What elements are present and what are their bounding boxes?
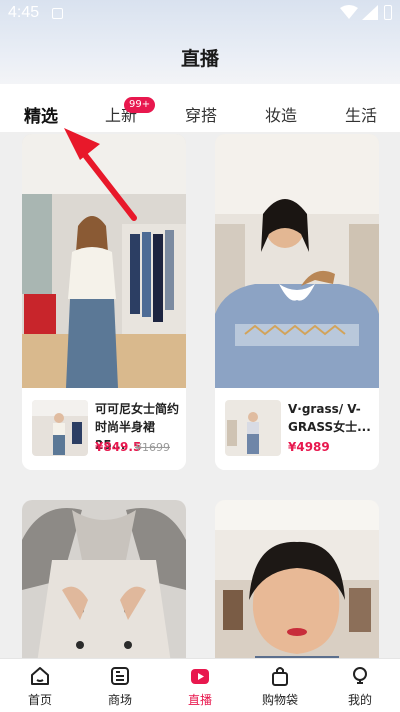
battery-icon (384, 5, 392, 20)
tab-makeup[interactable]: 妆造 (265, 102, 297, 126)
product-info[interactable]: 可可尼女士简约时尚半身裙25... ¥849.5 ¥1699 (22, 388, 186, 470)
status-time: 4:45 (8, 4, 40, 21)
nav-label: 我的 (347, 693, 372, 707)
page-title: 直播 (180, 48, 219, 70)
nav-label: 商场 (107, 693, 132, 707)
live-card[interactable]: V·grass/ V-GRASS女士... ¥4989 (215, 134, 379, 470)
original-price: ¥1699 (135, 441, 170, 454)
nav-live[interactable]: 直播 (160, 659, 240, 712)
signal-icon (362, 5, 378, 20)
new-count-badge: 99+ (124, 97, 156, 113)
notification-icon (52, 8, 63, 19)
nav-label: 首页 (27, 693, 52, 707)
product-price: ¥4989 (288, 440, 330, 454)
product-thumbnail[interactable] (32, 400, 88, 456)
live-video-thumbnail[interactable] (215, 134, 379, 388)
tab-featured[interactable]: 精选 (24, 102, 58, 127)
live-card[interactable] (22, 500, 186, 658)
header: 4:45 直播 (0, 0, 400, 84)
tab-lifestyle[interactable]: 生活 (345, 102, 377, 126)
home-icon (31, 667, 49, 685)
product-thumbnail[interactable] (225, 400, 281, 456)
tab-outfits[interactable]: 穿搭 (185, 102, 217, 126)
shopping-bag-icon (272, 667, 288, 686)
live-video-thumbnail[interactable] (215, 500, 379, 658)
live-card[interactable] (215, 500, 379, 658)
bottom-nav: 首页 商场 直播 购物袋 我的 (0, 658, 400, 712)
wifi-icon (340, 5, 358, 19)
nav-mall[interactable]: 商场 (80, 659, 160, 712)
nav-label: 直播 (187, 693, 212, 707)
nav-shopping-bag[interactable]: 购物袋 (240, 659, 320, 712)
mall-icon (111, 667, 129, 685)
status-bar: 4:45 (0, 0, 400, 28)
nav-profile[interactable]: 我的 (320, 659, 400, 712)
nav-home[interactable]: 首页 (0, 659, 80, 712)
profile-icon (353, 667, 367, 684)
pointer-arrow-icon (64, 128, 137, 221)
product-name[interactable]: V·grass/ V-GRASS女士... (288, 400, 372, 436)
live-video-thumbnail[interactable] (22, 500, 186, 658)
live-icon (191, 669, 209, 684)
nav-label: 购物袋 (261, 693, 298, 707)
product-info[interactable]: V·grass/ V-GRASS女士... ¥4989 (215, 388, 379, 470)
